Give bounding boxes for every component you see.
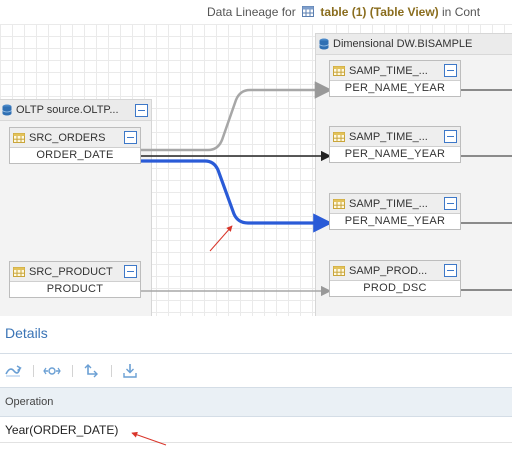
- export-icon[interactable]: [121, 363, 139, 379]
- collapse-icon[interactable]: [444, 130, 457, 143]
- column-order-date[interactable]: ORDER_DATE: [10, 148, 140, 163]
- table-icon: [333, 198, 345, 209]
- table-icon: [333, 265, 345, 276]
- collapse-icon[interactable]: [444, 197, 457, 210]
- operation-value: Year(ORDER_DATE): [5, 423, 119, 437]
- source-node-orders[interactable]: SRC_ORDERS ORDER_DATE: [9, 127, 141, 164]
- impact-icon[interactable]: [43, 363, 61, 379]
- lineage-title-bar: Data Lineage for table (1) (Table View) …: [0, 0, 512, 24]
- table-row[interactable]: Year(ORDER_DATE): [0, 420, 512, 443]
- column-product[interactable]: PRODUCT: [10, 282, 140, 297]
- toolbar-separator: [72, 365, 73, 377]
- details-toolbar: [0, 359, 512, 383]
- title-prefix: Data Lineage for: [207, 5, 296, 19]
- source-node-product[interactable]: SRC_PRODUCT PRODUCT: [9, 261, 141, 298]
- title-suffix: in Cont: [442, 5, 481, 19]
- toolbar-separator: [33, 365, 34, 377]
- column-per-name-year[interactable]: PER_NAME_YEAR: [330, 147, 460, 162]
- annotation-arrow: [209, 225, 233, 252]
- collapse-icon[interactable]: [124, 265, 137, 278]
- lineage-edge-highlighted: [140, 159, 333, 233]
- lineage-flow-icon[interactable]: [4, 363, 22, 379]
- divider: [0, 353, 512, 354]
- details-panel: Details Operation Year(ORDER_DATE): [0, 316, 512, 462]
- toolbar-separator: [111, 365, 112, 377]
- target-node-time-1[interactable]: SAMP_TIME_... PER_NAME_YEAR: [329, 60, 461, 97]
- operation-column-header[interactable]: Operation: [0, 387, 512, 417]
- operation-header-label: Operation: [5, 396, 54, 408]
- table-icon: [13, 132, 25, 143]
- collapse-icon[interactable]: [444, 264, 457, 277]
- table-name[interactable]: table (1) (Table View): [320, 5, 438, 19]
- trace-icon[interactable]: [83, 363, 101, 379]
- target-node-time-2[interactable]: SAMP_TIME_... PER_NAME_YEAR: [329, 126, 461, 163]
- collapse-icon[interactable]: [444, 64, 457, 77]
- node-title: SRC_ORDERS: [29, 131, 106, 144]
- table-icon: [333, 65, 345, 76]
- node-title: SRC_PRODUCT: [29, 265, 113, 278]
- column-per-name-year[interactable]: PER_NAME_YEAR: [330, 214, 460, 229]
- column-per-name-year[interactable]: PER_NAME_YEAR: [330, 81, 460, 96]
- column-prod-dsc[interactable]: PROD_DSC: [330, 281, 460, 296]
- target-node-product[interactable]: SAMP_PROD... PROD_DSC: [329, 260, 461, 297]
- table-icon: [302, 6, 315, 17]
- node-title: SAMP_TIME_...: [349, 64, 428, 77]
- lineage-edge-gray: [140, 81, 333, 152]
- node-title: SAMP_TIME_...: [349, 197, 428, 210]
- node-title: SAMP_TIME_...: [349, 130, 428, 143]
- table-icon: [333, 131, 345, 142]
- lineage-canvas[interactable]: OLTP source.OLTP... Dimensional DW.BISAM…: [0, 24, 512, 316]
- collapse-icon[interactable]: [124, 131, 137, 144]
- node-title: SAMP_PROD...: [349, 264, 428, 277]
- target-node-time-3[interactable]: SAMP_TIME_... PER_NAME_YEAR: [329, 193, 461, 230]
- details-title: Details: [5, 325, 48, 341]
- table-icon: [13, 266, 25, 277]
